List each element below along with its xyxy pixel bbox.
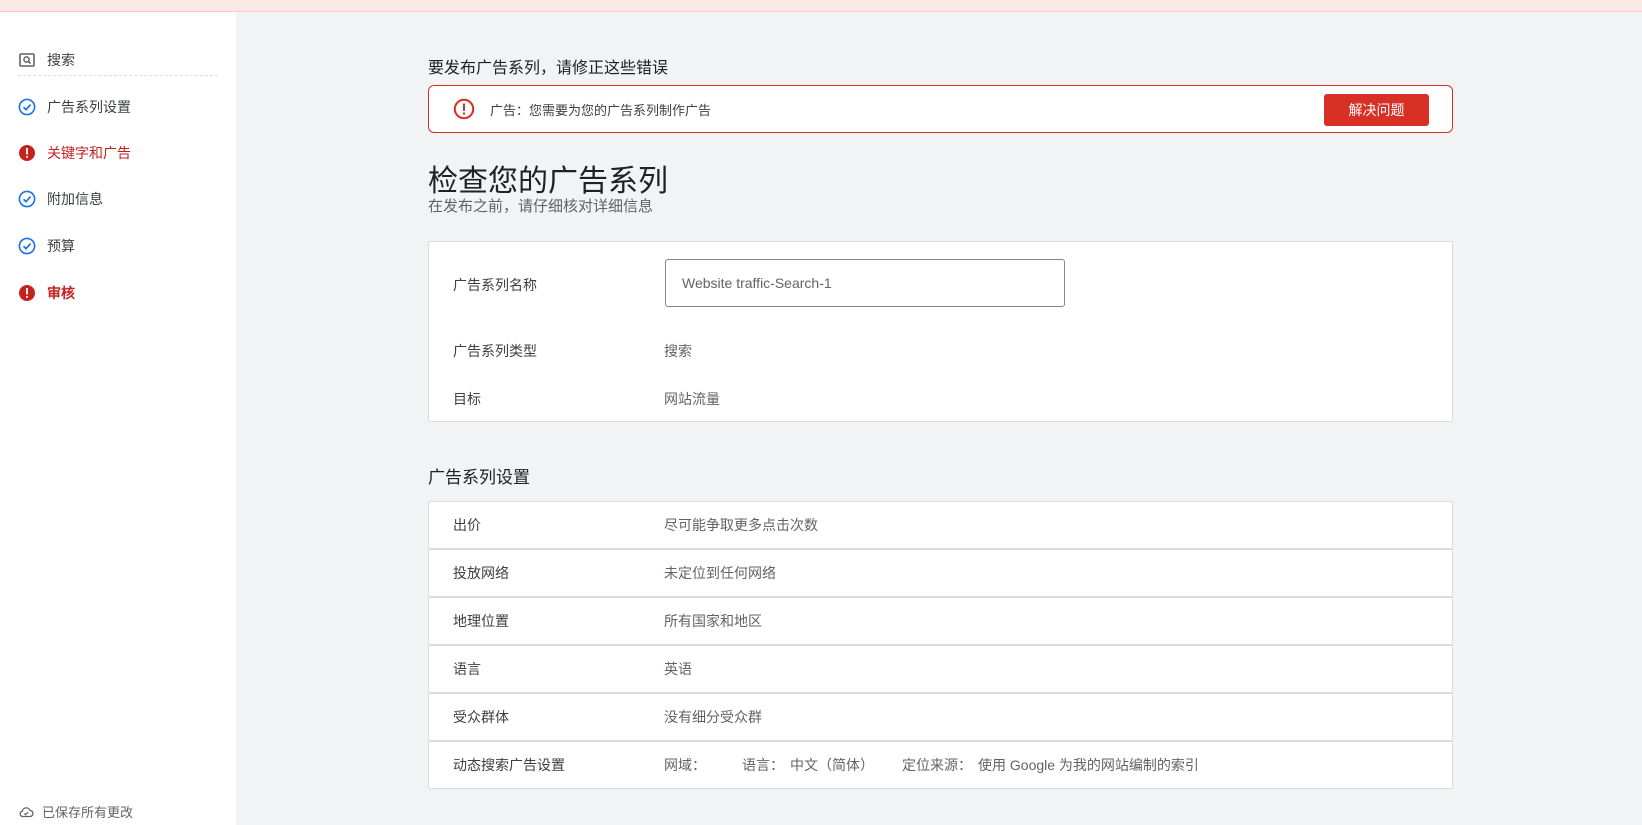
dsa-language-value: 中文（简体） [790, 757, 874, 773]
goal-label: 目标 [453, 391, 481, 407]
sidebar-item-search[interactable]: 搜索 [18, 48, 218, 72]
settings-row-dsa[interactable]: 动态搜索广告设置 网域： 语言： 中文（简体） 定位来源： 使用 Google … [428, 741, 1453, 789]
error-outline-icon [453, 98, 475, 120]
campaign-name-label: 广告系列名称 [453, 277, 537, 293]
campaign-type-value: 搜索 [664, 343, 692, 359]
error-icon [18, 284, 36, 302]
settings-row-networks[interactable]: 投放网络 未定位到任何网络 [428, 549, 1453, 597]
goal-value: 网站流量 [664, 391, 720, 407]
settings-row-languages[interactable]: 语言 英语 [428, 645, 1453, 693]
campaign-name-input[interactable] [665, 259, 1065, 307]
settings-row-label: 受众群体 [453, 709, 509, 725]
sidebar-item-extensions[interactable]: 附加信息 [18, 187, 218, 211]
settings-row-locations[interactable]: 地理位置 所有国家和地区 [428, 597, 1453, 645]
sidebar-item-budget[interactable]: 预算 [18, 234, 218, 258]
dsa-values: 网域： 语言： 中文（简体） 定位来源： 使用 Google 为我的网站编制的索… [664, 755, 1199, 775]
settings-row-label: 动态搜索广告设置 [453, 757, 565, 773]
fix-issue-button[interactable]: 解决问题 [1324, 94, 1429, 126]
settings-row-value: 所有国家和地区 [664, 613, 762, 629]
sidebar-item-label: 附加信息 [47, 191, 103, 207]
search-campaign-icon [18, 51, 36, 69]
campaign-type-label: 广告系列类型 [453, 343, 537, 359]
sidebar-item-label: 审核 [47, 285, 75, 301]
check-circle-icon [18, 190, 36, 208]
settings-row-label: 出价 [453, 517, 481, 533]
saved-status-text: 已保存所有更改 [42, 805, 134, 820]
check-circle-icon [18, 237, 36, 255]
error-box: 广告：您需要为您的广告系列制作广告 解决问题 [428, 85, 1453, 133]
settings-section-title: 广告系列设置 [428, 468, 530, 487]
settings-row-label: 语言 [453, 661, 481, 677]
sidebar-item-keywords-ads[interactable]: 关键字和广告 [18, 141, 218, 165]
top-error-banner [0, 0, 1642, 12]
saved-status: 已保存所有更改 [18, 802, 133, 821]
settings-row-label: 地理位置 [453, 613, 509, 629]
settings-row-label: 投放网络 [453, 565, 509, 581]
error-message: 广告：您需要为您的广告系列制作广告 [490, 102, 712, 118]
sidebar-item-campaign-settings[interactable]: 广告系列设置 [18, 95, 218, 119]
sidebar-item-label: 搜索 [47, 52, 75, 68]
page-subtitle: 在发布之前，请仔细核对详细信息 [428, 198, 654, 215]
dsa-source-value: 使用 Google 为我的网站编制的索引 [978, 757, 1199, 773]
settings-row-audiences[interactable]: 受众群体 没有细分受众群 [428, 693, 1453, 741]
errors-heading: 要发布广告系列，请修正这些错误 [428, 60, 669, 77]
cloud-done-icon [18, 804, 34, 820]
sidebar-item-label: 预算 [47, 238, 75, 254]
settings-row-value: 未定位到任何网络 [664, 565, 776, 581]
dsa-domain-label: 网域： [664, 757, 706, 773]
sidebar-item-review[interactable]: 审核 [18, 281, 218, 305]
sidebar: 搜索 广告系列设置 关键字和广告 附加信息 预算 审核 已保存所有更改 [0, 12, 236, 825]
settings-row-bidding[interactable]: 出价 尽可能争取更多点击次数 [428, 501, 1453, 549]
campaign-summary-card: 广告系列名称 广告系列类型 搜索 目标 网站流量 [428, 241, 1453, 422]
sidebar-divider [18, 75, 218, 76]
dsa-source-label: 定位来源： [902, 757, 972, 773]
settings-row-value: 没有细分受众群 [664, 709, 762, 725]
sidebar-item-label: 关键字和广告 [47, 145, 131, 161]
error-icon [18, 144, 36, 162]
sidebar-item-label: 广告系列设置 [47, 99, 131, 115]
settings-row-value: 尽可能争取更多点击次数 [664, 517, 818, 533]
check-circle-icon [18, 98, 36, 116]
page-title: 检查您的广告系列 [428, 165, 668, 198]
settings-row-value: 英语 [664, 661, 692, 677]
dsa-language-label: 语言： [742, 757, 784, 773]
